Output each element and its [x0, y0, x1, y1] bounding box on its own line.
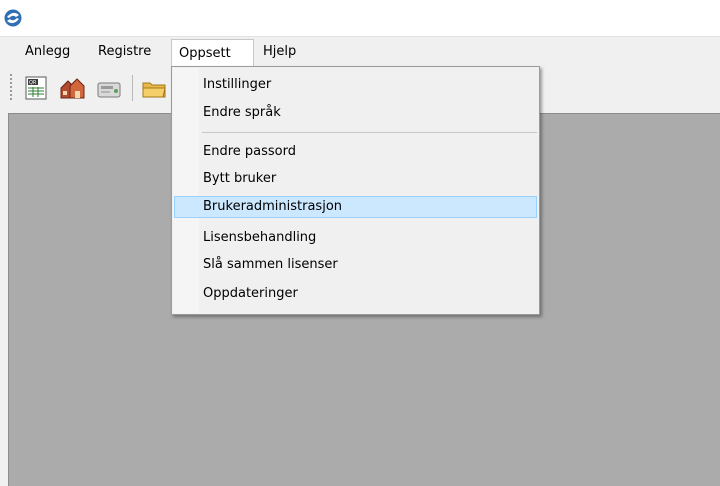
menu-item-endre-passord[interactable]: Endre passord: [174, 141, 537, 163]
menu-item-instillinger[interactable]: Instillinger: [174, 74, 537, 96]
menu-item-brukeradministrasjon[interactable]: Brukeradministrasjon: [174, 196, 537, 218]
menu-registre[interactable]: Registre: [91, 42, 158, 62]
toolbar-grip[interactable]: [10, 74, 12, 100]
title-bar: [0, 0, 720, 36]
app-logo-icon[interactable]: [4, 9, 22, 27]
oppsett-dropdown-menu: Instillinger Endre språk Endre passord B…: [171, 66, 540, 315]
qr-report-button[interactable]: QR: [22, 74, 50, 102]
card-reader-icon: [97, 82, 121, 98]
folder-icon: [142, 82, 166, 98]
menu-item-sla-sammen-lisenser[interactable]: Slå sammen lisenser: [174, 254, 537, 276]
menu-item-lisensbehandling[interactable]: Lisensbehandling: [174, 227, 537, 249]
buildings-icon: [60, 78, 85, 99]
card-reader-button[interactable]: [95, 74, 123, 102]
menu-anlegg[interactable]: Anlegg: [18, 42, 77, 62]
menu-hjelp[interactable]: Hjelp: [256, 42, 303, 62]
menu-separator: [202, 132, 537, 133]
menu-item-oppdateringer[interactable]: Oppdateringer: [174, 283, 537, 305]
qr-report-icon: QR: [25, 76, 47, 100]
open-folder-button[interactable]: [140, 74, 168, 102]
svg-text:QR: QR: [29, 80, 37, 86]
buildings-button[interactable]: [58, 74, 86, 102]
toolbar-separator: [132, 75, 133, 101]
menu-bar: Anlegg Registre Oppsett Hjelp: [0, 36, 720, 67]
menu-item-endre-sprak[interactable]: Endre språk: [174, 102, 537, 124]
menu-item-bytt-bruker[interactable]: Bytt bruker: [174, 168, 537, 190]
menu-oppsett[interactable]: Oppsett: [171, 39, 254, 66]
